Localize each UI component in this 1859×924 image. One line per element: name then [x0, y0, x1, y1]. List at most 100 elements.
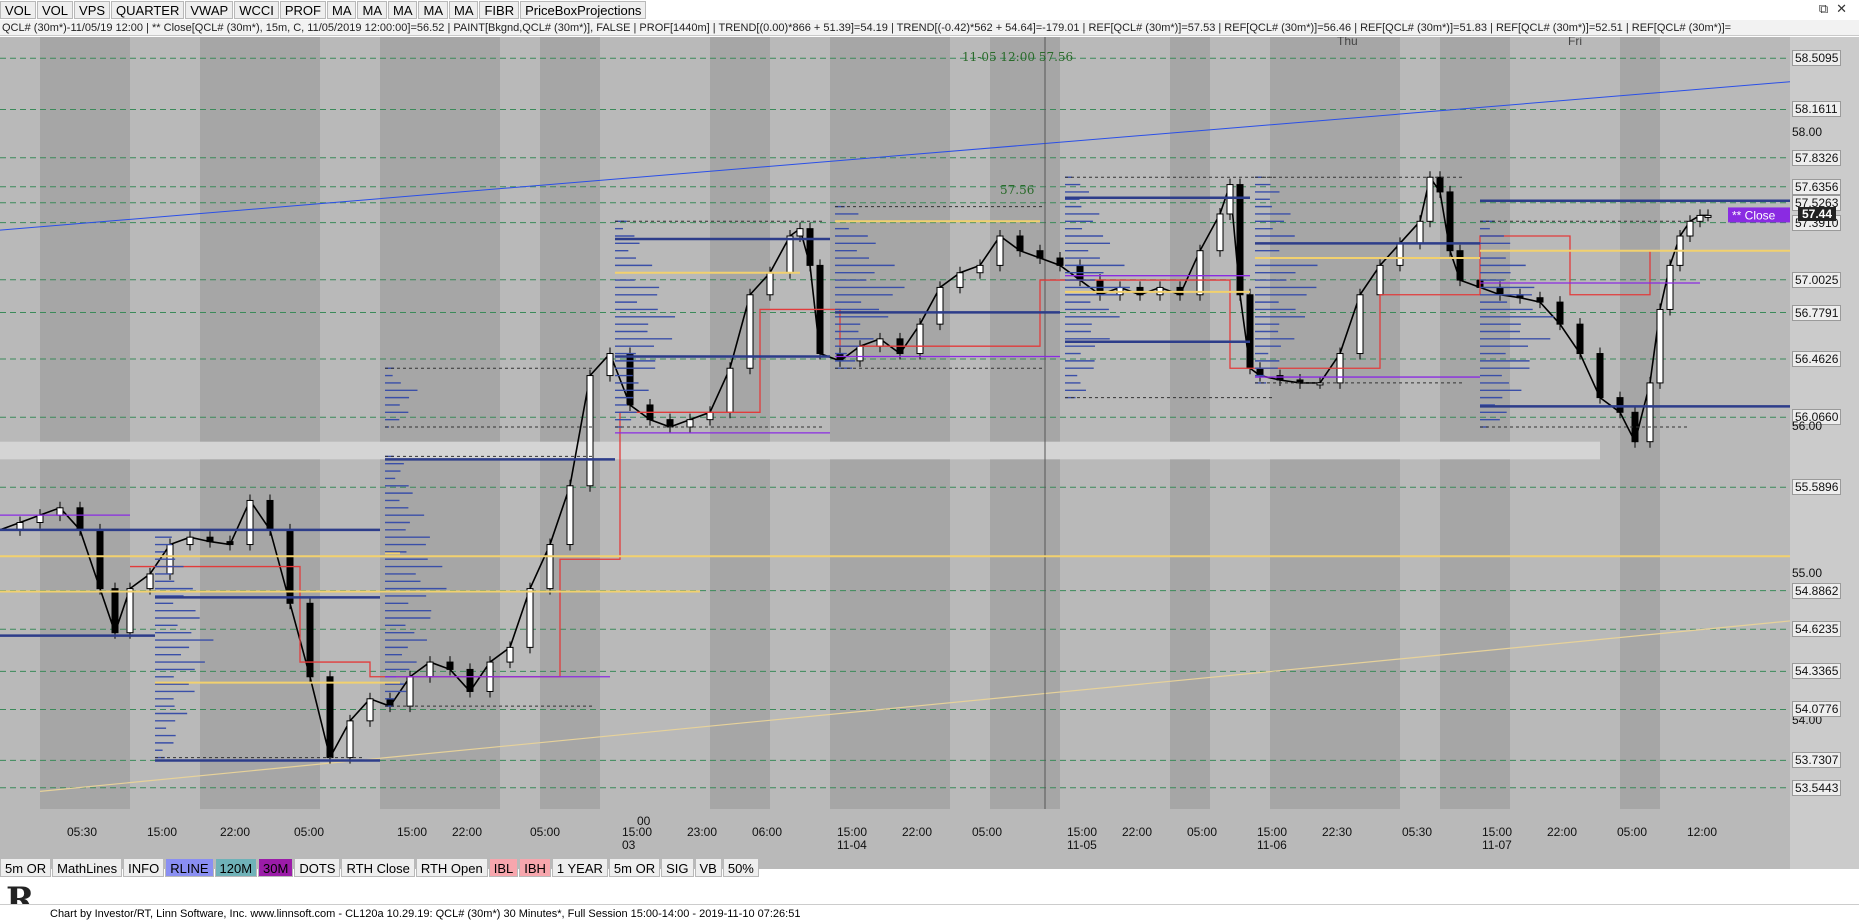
toolbar-top-button[interactable]: QUARTER [111, 1, 185, 19]
bottom-toolbar-button[interactable]: 5m OR [0, 858, 52, 877]
x-axis-time-label: 15:00 [1482, 825, 1512, 839]
price-axis-label: 54.3365 [1792, 663, 1842, 680]
session-band [1440, 37, 1510, 809]
top-toolbar: VOL VOL VPS QUARTER VWAP WCCI PROF MA MA MA MA MA FI… [0, 0, 647, 20]
bottom-toolbar-button[interactable]: IBH [519, 858, 551, 877]
x-axis-time-label: 22:30 [1322, 825, 1352, 839]
candle-body [1666, 264, 1674, 310]
candle-body [976, 264, 984, 274]
candle-body [1216, 213, 1224, 252]
session-band [710, 37, 770, 809]
bottom-toolbar-button[interactable]: 50% [722, 858, 759, 877]
bottom-toolbar-button[interactable]: MathLines [52, 858, 123, 877]
candle-body [856, 345, 864, 362]
toolbar-top-button[interactable]: VOL [0, 1, 37, 19]
candle-body [96, 529, 104, 590]
price-axis[interactable]: 58.5095 58.1611 58.00 57.8326 57.6356 57.5263… [1790, 37, 1859, 869]
price-axis-label: 56.00 [1792, 419, 1823, 433]
candle-body [1226, 184, 1234, 215]
candle-body [1016, 235, 1024, 252]
price-axis-label: 54.0776 [1792, 701, 1842, 718]
toolbar-top-button[interactable]: PriceBoxProjections [520, 1, 647, 19]
toolbar-top-button[interactable]: VOL [37, 1, 74, 19]
window-controls[interactable]: ⧉✕ [1819, 1, 1855, 17]
candle-body [936, 286, 944, 325]
session-band [1270, 37, 1400, 809]
candle-body [346, 720, 354, 759]
bottom-toolbar-button[interactable]: RTH Close [341, 858, 415, 877]
bottom-toolbar-button[interactable]: VB [694, 858, 722, 877]
candle-body [246, 499, 254, 546]
candle-body [1656, 308, 1664, 384]
x-axis-time-label: 22:00 [1547, 825, 1577, 839]
price-axis-label: 55.00 [1792, 565, 1823, 580]
candle-body [146, 573, 154, 590]
day-label: Fri [1568, 37, 1582, 48]
price-axis-label: 54.6235 [1792, 621, 1842, 638]
candle-body [1036, 250, 1044, 259]
bottom-toolbar-button[interactable]: 1 YEAR [551, 858, 608, 877]
candle-body [1496, 286, 1504, 296]
bottom-toolbar-button[interactable]: RTH Open [415, 858, 488, 877]
candle-body [1616, 397, 1624, 413]
candle-body [1704, 214, 1712, 218]
x-axis-time-label: 05:00 [530, 825, 560, 839]
candle-body [306, 602, 314, 678]
status-line: QCL# (30m*)-11/05/19 12:00 | ** Close[QC… [0, 20, 1859, 36]
close-tag-label: ** Close [1732, 208, 1776, 222]
candle-body [1196, 250, 1204, 296]
bottom-toolbar-button[interactable]: RLINE [165, 858, 214, 877]
x-axis-time-label: 15:00 [1257, 825, 1287, 839]
price-axis-label: 54.8862 [1792, 582, 1842, 599]
x-axis-time-label: 06:00 [752, 825, 782, 839]
toolbar-top-button[interactable]: MA [326, 1, 357, 19]
candle-body [1256, 367, 1264, 377]
x-axis-date-label: 11-06 [1257, 838, 1287, 852]
candle-body [1436, 176, 1444, 193]
candle-body [1686, 220, 1694, 237]
toolbar-top-button[interactable]: MA [448, 1, 479, 19]
bottom-toolbar-button[interactable]: DOTS [294, 858, 341, 877]
x-axis-time-label: 15:00 [837, 825, 867, 839]
toolbar-top-button[interactable]: VWAP [185, 1, 234, 19]
candle-body [386, 698, 394, 707]
price-axis-label: 57.6356 [1792, 178, 1842, 195]
bottom-toolbar-button[interactable]: IBL [488, 858, 519, 877]
candle-body [1246, 294, 1254, 369]
toolbar-top-button[interactable]: PROF [279, 1, 326, 19]
x-axis-time-label: 23:00 [687, 825, 717, 839]
price-axis-label: 56.4626 [1792, 351, 1842, 368]
price-axis-label: 53.7307 [1792, 752, 1842, 769]
candle-body [1056, 257, 1064, 266]
x-axis-date-label: 11-04 [837, 838, 867, 852]
bottom-toolbar-button[interactable]: 120M [214, 858, 258, 877]
trading-chart-window: VOL VOL VPS QUARTER VWAP WCCI PROF MA MA MA MA MA FI… [0, 0, 1859, 924]
toolbar-top-button[interactable]: MA [357, 1, 387, 19]
toolbar-top-button[interactable]: VPS [74, 1, 111, 19]
toolbar-top-button[interactable]: MA [387, 1, 418, 19]
candle-body [796, 228, 804, 237]
bottom-toolbar-button[interactable]: SIG [661, 858, 694, 877]
candle-body [186, 536, 194, 546]
candle-body [56, 507, 64, 516]
candle-body [1356, 294, 1364, 355]
candle-body [426, 661, 434, 678]
toolbar-top-button[interactable]: MA [418, 1, 448, 19]
bottom-toolbar-button[interactable]: 30M [258, 858, 294, 877]
x-axis-time-label: 05:00 [972, 825, 1002, 839]
candle-body [996, 235, 1004, 266]
bottom-toolbar-button[interactable]: 5m OR [608, 858, 661, 877]
x-axis-date-label: 03 [622, 838, 636, 852]
candle-body [766, 272, 774, 296]
level-label: 57.56 [1000, 183, 1034, 197]
x-axis-date-label: 11-05 [1067, 838, 1097, 852]
toolbar-top-button[interactable]: FIBR [479, 1, 520, 19]
candle-body [1646, 382, 1654, 443]
candle-body [1596, 353, 1604, 399]
price-chart[interactable]: 11-05 12:00 57.56 57.56 Thu Fri ** Close 05:3… [0, 37, 1790, 869]
candle-body [366, 698, 374, 722]
candle-body [1236, 184, 1244, 296]
toolbar-top-button[interactable]: WCCI [234, 1, 279, 19]
bottom-toolbar-button[interactable]: INFO [123, 858, 165, 877]
price-axis-label: 56.7791 [1792, 304, 1842, 321]
